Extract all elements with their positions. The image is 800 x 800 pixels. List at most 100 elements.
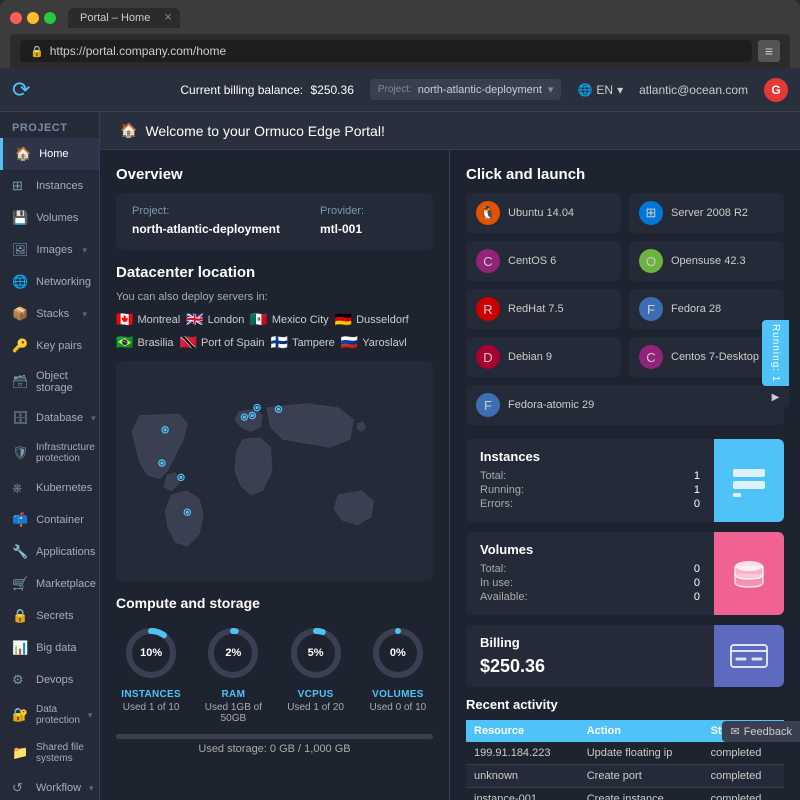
compute-vcpus: 5% VCPUS Used 1 of 20: [281, 623, 351, 724]
sidebar-item-stacks[interactable]: 📦 Stacks ▾: [0, 298, 99, 330]
sidebar-label-images: Images: [37, 244, 73, 256]
sidebar-item-images[interactable]: 🖼 Images ▾: [0, 234, 99, 266]
provider-label: Provider:: [320, 205, 364, 217]
project-selector[interactable]: Project: north-atlantic-deployment ▾: [370, 79, 562, 100]
sidebar-item-volumes[interactable]: 💾 Volumes: [0, 202, 99, 234]
windows-icon: ⊞: [639, 201, 663, 225]
billing-value: $250.36: [310, 83, 353, 97]
volumes-stats-card: Volumes Total:0 In use:0 Available:0: [466, 532, 784, 615]
launch-debian[interactable]: D Debian 9: [466, 337, 621, 377]
billing-stats-title: Billing: [480, 635, 700, 650]
debian-icon: D: [476, 345, 500, 369]
launch-server2008-label: Server 2008 R2: [671, 207, 748, 219]
welcome-icon: 🏠: [120, 122, 137, 139]
city-yaroslavl: 🇷🇺Yaroslavl: [341, 334, 407, 351]
sidebar-item-applications[interactable]: 🔧 Applications ▾: [0, 536, 99, 568]
maximize-button[interactable]: [44, 12, 56, 24]
activity-status-2: completed: [703, 765, 784, 788]
launch-server2008[interactable]: ⊞ Server 2008 R2: [629, 193, 784, 233]
launch-centos7[interactable]: C Centos 7-Desktop: [629, 337, 784, 377]
tab-close-icon[interactable]: ✕: [164, 13, 172, 24]
sidebar-item-keypairs[interactable]: 🔑 Key pairs: [0, 330, 99, 362]
sidebar-label-dataprotection: Data protection: [36, 704, 80, 726]
launch-fedora[interactable]: F Fedora 28: [629, 289, 784, 329]
compute-volumes: 0% VOLUMES Used 0 of 10: [363, 623, 433, 724]
opensuse-icon: O: [639, 249, 663, 273]
sidebar-item-networking[interactable]: 🌐 Networking ▾: [0, 266, 99, 298]
sidebar-item-infrastructure[interactable]: 🛡 Infrastructure protection: [0, 434, 99, 472]
overview-box: Project: north-atlantic-deployment Provi…: [116, 193, 433, 250]
sidebar-item-devops[interactable]: ⚙ Devops: [0, 664, 99, 696]
centos-icon: C: [476, 249, 500, 273]
sidebar-item-instances[interactable]: ⊞ Instances: [0, 170, 99, 202]
launch-ubuntu[interactable]: 🐧 Ubuntu 14.04: [466, 193, 621, 233]
datacenter-title: Datacenter location: [116, 264, 433, 281]
billing-amount: $250.36: [480, 656, 700, 677]
volumes-total-row: Total:0: [480, 563, 700, 575]
container-icon: 📫: [12, 512, 28, 528]
app-logo: ⟳: [12, 77, 30, 103]
launch-centos6[interactable]: C CentOS 6: [466, 241, 621, 281]
billing-stats-card: Billing $250.36: [466, 625, 784, 687]
language-selector[interactable]: 🌐 EN ▾: [577, 83, 623, 97]
activity-resource-1: 199.91.184.223: [466, 742, 579, 765]
home-icon: 🏠: [15, 146, 31, 162]
user-avatar[interactable]: G: [764, 78, 788, 102]
sharedfiles-icon: 📁: [12, 745, 28, 761]
sidebar-label-objectstorage: Object storage: [36, 370, 87, 394]
redhat-icon: R: [476, 297, 500, 321]
browser-tab-title: Portal – Home: [80, 12, 150, 24]
sidebar-item-container[interactable]: 📫 Container: [0, 504, 99, 536]
activity-status-1: completed: [703, 742, 784, 765]
running-label-container: Running: 1 ▶: [762, 320, 800, 407]
city-dusseldorf: 🇩🇪Dusseldorf: [335, 311, 409, 328]
sidebar-item-database[interactable]: 🗄 Database ▾: [0, 402, 99, 434]
instances-stats-title: Instances: [480, 449, 700, 464]
user-email[interactable]: atlantic@ocean.com: [639, 83, 748, 97]
sidebar-item-marketplace[interactable]: 🛒 Marketplace: [0, 568, 99, 600]
expand-panel-button[interactable]: ▶: [762, 388, 789, 407]
activity-action-2: Create port: [579, 765, 703, 788]
project-label: Project:: [378, 84, 412, 95]
activity-resource-3: instance-001: [466, 788, 579, 800]
launch-debian-label: Debian 9: [508, 351, 552, 363]
project-label: Project:: [132, 205, 280, 217]
ssl-lock-icon: 🔒: [30, 45, 44, 58]
dataprotection-icon: 🔐: [12, 707, 28, 723]
provider-value: mtl-001: [320, 222, 362, 236]
sidebar-item-kubernetes[interactable]: ⎈ Kubernetes: [0, 472, 99, 504]
compute-title: Compute and storage: [116, 595, 433, 611]
sidebar-section-title: Project: [0, 112, 99, 138]
launch-fedora-atomic-label: Fedora-atomic 29: [508, 399, 594, 411]
sidebar-item-workflow[interactable]: ↺ Workflow ▾: [0, 772, 99, 800]
volumes-percent: 0%: [390, 647, 406, 659]
project-name: north-atlantic-deployment: [418, 84, 542, 96]
sidebar-label-kubernetes: Kubernetes: [36, 482, 92, 494]
close-button[interactable]: [10, 12, 22, 24]
sidebar-item-home[interactable]: 🏠 Home: [0, 138, 99, 170]
sidebar-item-objectstorage[interactable]: 🗃 Object storage: [0, 362, 99, 402]
feedback-icon: ✉: [730, 725, 739, 738]
sidebar-label-bigdata: Big data: [36, 642, 76, 654]
instances-errors-row: Errors:0: [480, 498, 700, 510]
ram-percent: 2%: [225, 647, 241, 659]
url-bar[interactable]: https://portal.company.com/home: [50, 44, 227, 58]
sidebar: Project 🏠 Home ⊞ Instances 💾 Volumes 🖼 I…: [0, 112, 100, 800]
launch-fedora-label: Fedora 28: [671, 303, 721, 315]
browser-menu-button[interactable]: ≡: [758, 40, 780, 62]
sidebar-item-sharedfiles[interactable]: 📁 Shared file systems: [0, 734, 99, 772]
feedback-button[interactable]: ✉ Feedback: [722, 721, 800, 742]
volumes-icon-box: [714, 532, 784, 615]
launch-fedora-atomic[interactable]: F Fedora-atomic 29: [466, 385, 784, 425]
project-value: north-atlantic-deployment: [132, 222, 280, 236]
networking-icon: 🌐: [12, 274, 28, 290]
sidebar-item-bigdata[interactable]: 📊 Big data: [0, 632, 99, 664]
minimize-button[interactable]: [27, 12, 39, 24]
sidebar-item-dataprotection[interactable]: 🔐 Data protection ▾: [0, 696, 99, 734]
launch-redhat[interactable]: R RedHat 7.5: [466, 289, 621, 329]
instances-icon: ⊞: [12, 178, 28, 194]
instances-icon-box: [714, 439, 784, 522]
sidebar-item-secrets[interactable]: 🔒 Secrets: [0, 600, 99, 632]
launch-opensuse[interactable]: O Opensuse 42.3: [629, 241, 784, 281]
instances-label: INSTANCES: [116, 689, 186, 700]
